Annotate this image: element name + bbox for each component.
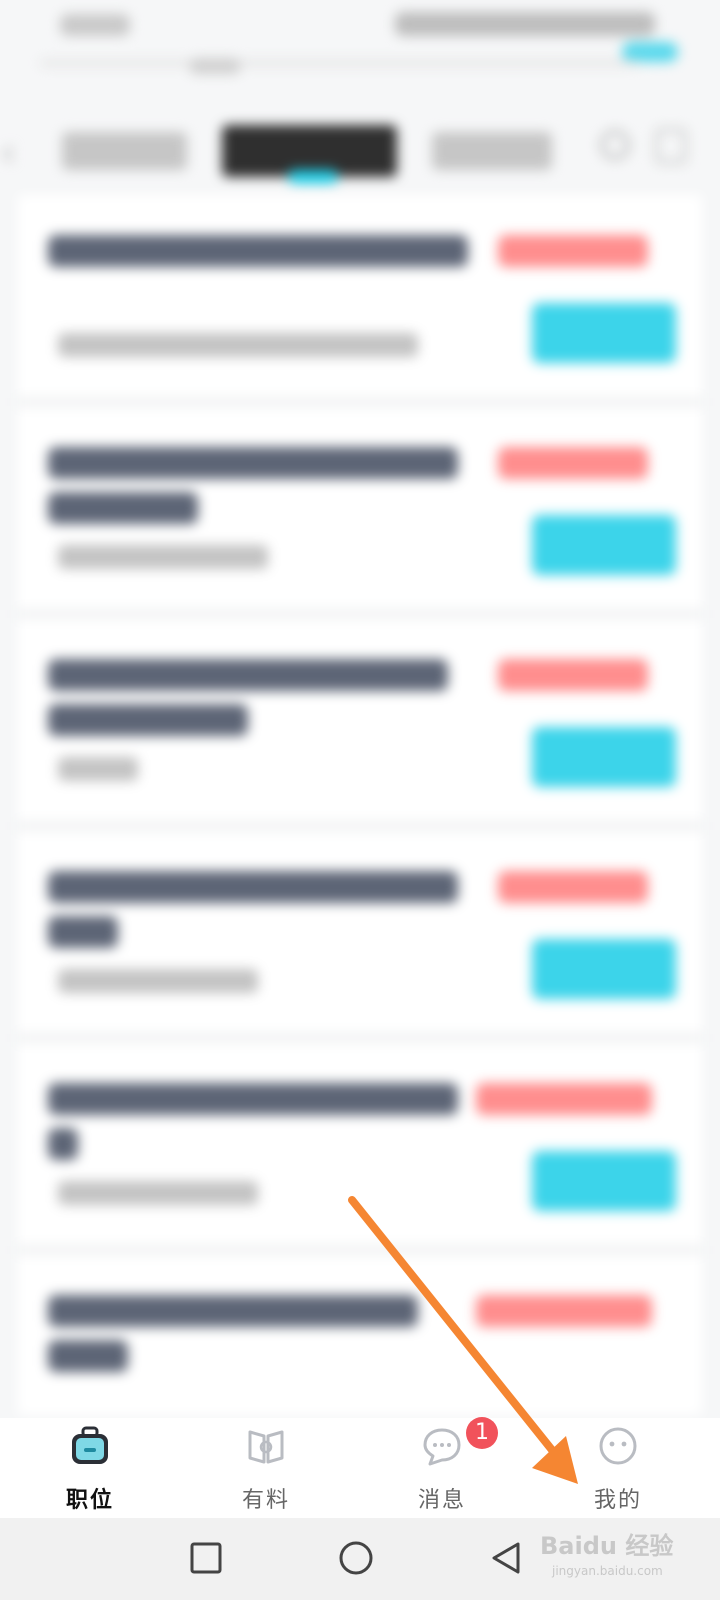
status-divider (40, 60, 640, 66)
watermark-url: jingyan.baidu.com (552, 1564, 663, 1578)
status-icons (395, 12, 655, 36)
nav-item-profile[interactable]: 我的 (528, 1418, 708, 1518)
job-title-line2 (48, 704, 248, 736)
active-tab-indicator (288, 170, 338, 184)
filter-icon[interactable] (655, 128, 687, 164)
job-card[interactable] (18, 1043, 702, 1255)
job-salary (498, 235, 648, 267)
job-salary (498, 447, 648, 479)
back-icon[interactable]: ‹ (0, 130, 16, 176)
job-tags (58, 1181, 258, 1205)
profile-icon (599, 1427, 637, 1465)
apply-button[interactable] (532, 939, 676, 999)
nav-label-profile: 我的 (593, 1488, 642, 1513)
chat-icon (423, 1428, 461, 1466)
nav-item-messages[interactable]: 消息 (352, 1418, 532, 1518)
apply-button[interactable] (532, 303, 676, 363)
status-bar (0, 0, 720, 80)
tab-category-1[interactable] (62, 132, 187, 170)
job-title (48, 1083, 458, 1115)
message-badge: 1 (466, 1417, 498, 1449)
category-tabs: ‹ (0, 100, 720, 190)
job-card[interactable] (18, 195, 702, 407)
status-time (60, 14, 130, 36)
job-salary (476, 1083, 652, 1115)
job-title-line2 (48, 1128, 78, 1160)
job-title (48, 235, 468, 267)
nav-item-content[interactable]: 有料 (176, 1418, 356, 1518)
nav-label-messages: 消息 (417, 1488, 466, 1513)
job-card[interactable] (18, 1255, 702, 1415)
back-nav-icon[interactable] (486, 1538, 526, 1578)
job-title (48, 447, 458, 479)
status-small-text (190, 58, 240, 74)
job-tags (58, 969, 258, 993)
apply-button[interactable] (532, 727, 676, 787)
status-pill (622, 42, 678, 62)
briefcase-icon (72, 1426, 108, 1464)
job-title-line2 (48, 492, 198, 524)
bottom-nav: 职位 有料 消息 我的 (0, 1418, 720, 1518)
home-icon[interactable] (336, 1538, 376, 1578)
job-card[interactable] (18, 619, 702, 831)
apply-button[interactable] (532, 515, 676, 575)
nav-item-jobs[interactable]: 职位 (0, 1418, 180, 1518)
apply-button[interactable] (532, 1151, 676, 1211)
job-tags (58, 333, 418, 357)
job-salary (498, 871, 648, 903)
recent-apps-icon[interactable] (186, 1538, 226, 1578)
job-salary (476, 1295, 652, 1327)
job-title (48, 659, 448, 691)
job-tags (58, 545, 268, 569)
book-icon (248, 1430, 284, 1464)
tab-category-3[interactable] (432, 132, 552, 170)
nav-label-jobs: 职位 (65, 1488, 114, 1513)
job-salary (498, 659, 648, 691)
job-title (48, 1295, 418, 1327)
job-title (48, 871, 458, 903)
nav-label-content: 有料 (241, 1488, 290, 1513)
job-card[interactable] (18, 831, 702, 1043)
watermark-logo: Baidu 经验 (540, 1532, 674, 1560)
job-tags (58, 757, 138, 781)
job-title-line2 (48, 916, 118, 948)
job-card[interactable] (18, 407, 702, 619)
search-icon[interactable] (600, 130, 630, 160)
job-list (18, 195, 702, 1415)
job-title-line2 (48, 1340, 128, 1372)
